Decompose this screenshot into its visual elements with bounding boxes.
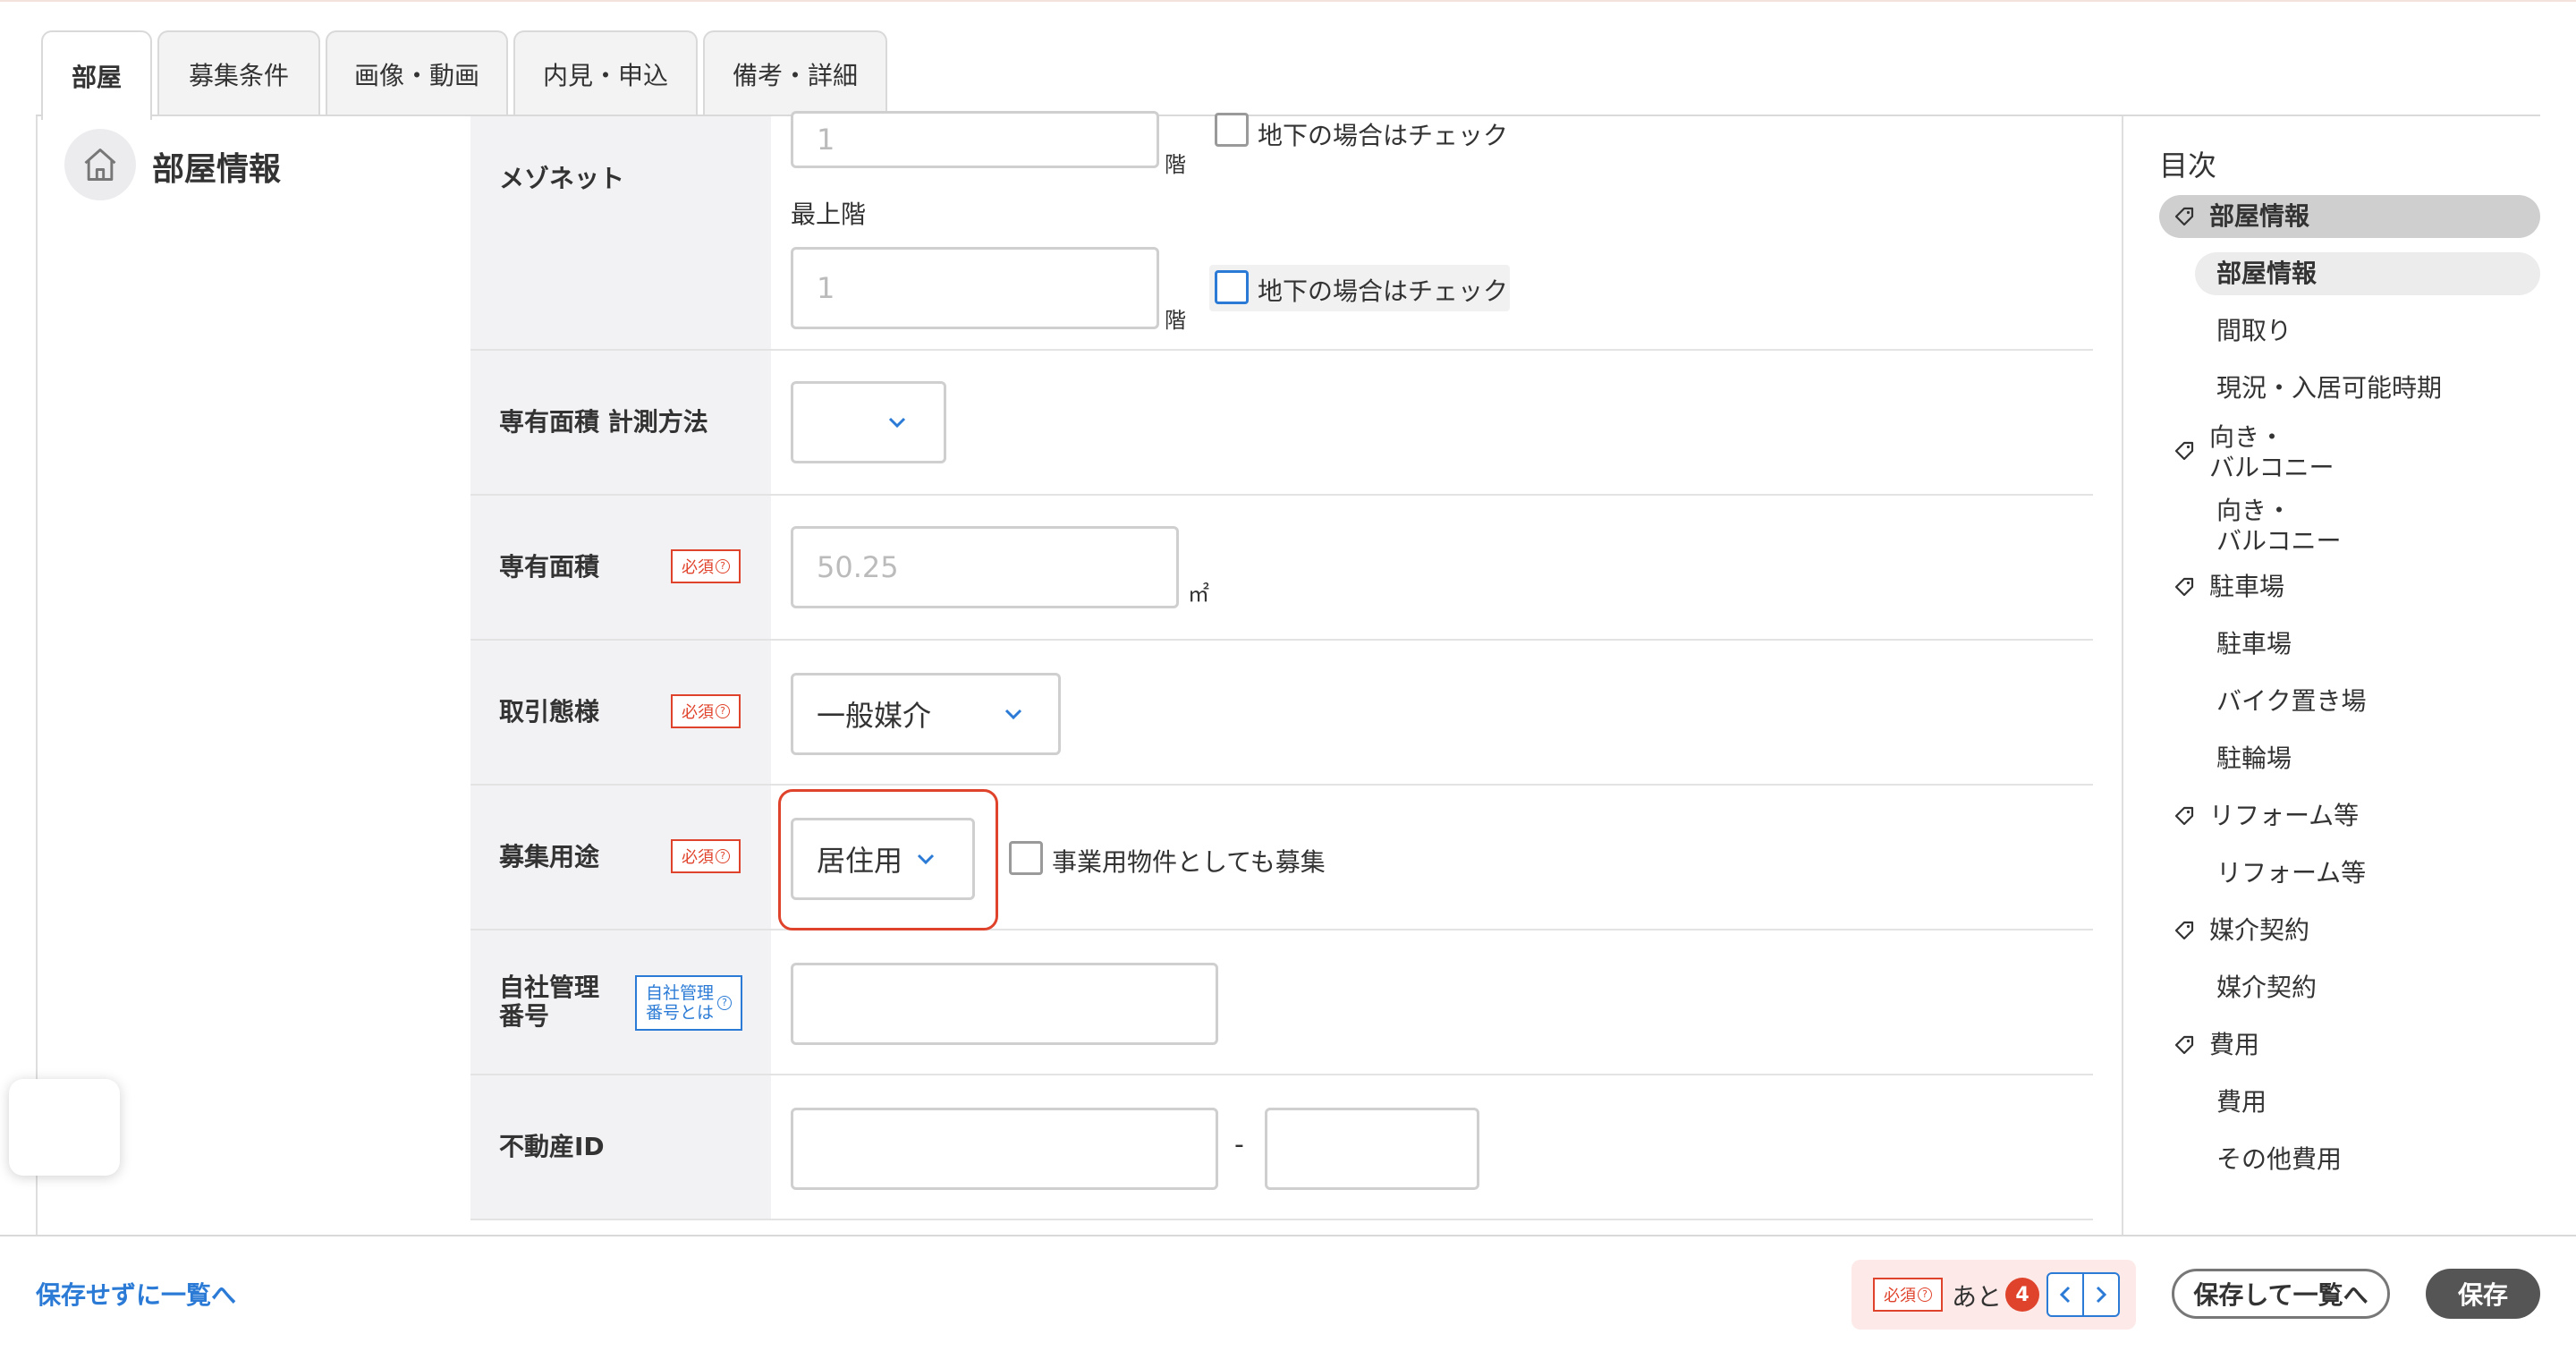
toc-group-brokerage[interactable]: 媒介契約	[2209, 915, 2309, 946]
required-badge: 必須?	[671, 549, 741, 583]
top-floor-label: 最上階	[791, 200, 867, 229]
toc-item-brokerage[interactable]: 媒介契約	[2216, 973, 2317, 1003]
toc-group-reform[interactable]: リフォーム等	[2209, 801, 2359, 831]
business-use-checkbox[interactable]	[1009, 841, 1043, 875]
required-nav	[2046, 1272, 2120, 1317]
footer-divider	[0, 1235, 2576, 1236]
toc-group-parking[interactable]: 駐車場	[2209, 572, 2284, 602]
business-use-label: 事業用物件としても募集	[1052, 847, 1326, 877]
back-without-saving-link[interactable]: 保存せずに一覧へ	[36, 1276, 236, 1312]
upper-basement-checkbox[interactable]	[1215, 270, 1249, 304]
toc-item-floor-plan[interactable]: 間取り	[2216, 316, 2292, 346]
purpose-row: 募集用途 必須? 居住用 事業用物件としても募集	[470, 786, 2093, 930]
purpose-label: 募集用途	[499, 842, 600, 871]
chevron-down-icon	[917, 854, 935, 865]
toc-item-costs[interactable]: 費用	[2216, 1087, 2267, 1117]
mgmt-number-label: 自社管理 番号	[499, 973, 600, 1031]
remaining-count-badge: 4	[2005, 1278, 2039, 1312]
top-border	[0, 0, 2576, 2]
realestate-id-label: 不動産ID	[499, 1132, 605, 1161]
chevron-left-icon	[2059, 1286, 2071, 1304]
tab-notes-details[interactable]: 備考・詳細	[703, 30, 887, 116]
transaction-label: 取引態様	[499, 697, 600, 726]
required-badge: 必須?	[1873, 1278, 1943, 1312]
area-input[interactable]: 50.25	[791, 526, 1179, 608]
help-icon: ?	[716, 559, 730, 574]
toc-group-orientation[interactable]: 向き・ バルコニー	[2209, 422, 2334, 483]
toc-group-costs[interactable]: 費用	[2209, 1030, 2259, 1060]
required-badge: 必須?	[671, 694, 741, 728]
frame-left-border	[36, 116, 38, 1235]
maisonette-label: メゾネット	[499, 164, 625, 193]
realestate-id-input-1[interactable]	[791, 1108, 1218, 1190]
help-icon: ?	[716, 704, 730, 718]
transaction-row: 取引態様 必須? 一般媒介	[470, 641, 2093, 786]
area-row: 専有面積 必須? 50.25 ㎡	[470, 496, 2093, 641]
id-separator: -	[1234, 1129, 1244, 1160]
maisonette-row: メゾネット 1 階 地下の場合はチェック 最上階 1 階 地下の場合はチェック	[470, 111, 2093, 351]
toc-item-reform[interactable]: リフォーム等	[2216, 858, 2366, 888]
mgmt-number-help-badge[interactable]: 自社管理 番号とは ?	[635, 975, 742, 1031]
prev-required-button[interactable]	[2048, 1274, 2082, 1315]
toc-item-orientation[interactable]: 向き・ バルコニー	[2216, 496, 2341, 557]
chevron-down-icon	[888, 417, 906, 429]
lower-basement-label: 地下の場合はチェック	[1258, 121, 1509, 150]
toc-group-room-info[interactable]: 部屋情報	[2209, 201, 2309, 232]
lower-basement-checkbox[interactable]	[1215, 113, 1249, 147]
mgmt-number-input[interactable]	[791, 963, 1218, 1045]
section-title: 部屋情報	[152, 151, 282, 188]
toc-item-room-info[interactable]: 部屋情報	[2216, 259, 2317, 289]
area-label: 専有面積	[499, 552, 600, 582]
area-method-label: 専有面積 計測方法	[499, 407, 708, 437]
floating-widget[interactable]	[9, 1079, 120, 1176]
toc-item-current-status[interactable]: 現況・入居可能時期	[2216, 373, 2442, 404]
area-method-select[interactable]	[791, 381, 946, 463]
tab-recruitment-conditions[interactable]: 募集条件	[157, 30, 320, 116]
floor-unit-upper: 階	[1165, 308, 1186, 333]
realestate-id-row: 不動産ID -	[470, 1075, 2093, 1220]
upper-basement-label: 地下の場合はチェック	[1258, 276, 1509, 306]
save-button[interactable]: 保存	[2426, 1269, 2540, 1319]
toc-item-parking[interactable]: 駐車場	[2216, 629, 2292, 659]
tag-icon	[2174, 1035, 2194, 1055]
help-icon: ?	[1918, 1287, 1932, 1302]
mgmt-number-row: 自社管理 番号 自社管理 番号とは ?	[470, 930, 2093, 1075]
required-badge: 必須?	[671, 839, 741, 873]
next-required-button[interactable]	[2082, 1274, 2118, 1315]
tab-bar: 部屋 募集条件 画像・動画 内見・申込 備考・詳細	[41, 30, 887, 120]
help-icon: ?	[716, 849, 730, 863]
home-icon	[64, 129, 136, 200]
tab-room[interactable]: 部屋	[41, 30, 152, 120]
toc-item-other-costs[interactable]: その他費用	[2216, 1144, 2342, 1175]
tag-icon	[2174, 441, 2194, 461]
chevron-down-icon	[1004, 709, 1022, 720]
chevron-right-icon	[2096, 1286, 2107, 1304]
help-icon: ?	[717, 996, 732, 1010]
tab-images-videos[interactable]: 画像・動画	[326, 30, 508, 116]
floor-unit: 階	[1165, 152, 1186, 177]
area-unit: ㎡	[1188, 582, 1209, 607]
tag-icon	[2174, 921, 2194, 940]
required-remaining-indicator: 必須? あと 4	[1852, 1260, 2136, 1330]
purpose-select[interactable]: 居住用	[791, 818, 975, 900]
remaining-prefix: あと	[1952, 1282, 2003, 1312]
toc-title: 目次	[2159, 149, 2217, 183]
toc-item-bicycle-parking[interactable]: 駐輪場	[2216, 743, 2292, 774]
toc-border	[2122, 116, 2123, 1235]
save-and-list-button[interactable]: 保存して一覧へ	[2172, 1269, 2390, 1319]
lower-floor-input[interactable]: 1	[791, 111, 1159, 168]
room-info-form: メゾネット 1 階 地下の場合はチェック 最上階 1 階 地下の場合はチェック …	[470, 111, 2093, 1220]
area-method-row: 専有面積 計測方法	[470, 351, 2093, 496]
toc-item-bike-parking[interactable]: バイク置き場	[2216, 686, 2366, 717]
tab-viewing-application[interactable]: 内見・申込	[513, 30, 698, 116]
realestate-id-input-2[interactable]	[1265, 1108, 1479, 1190]
tag-icon	[2174, 577, 2194, 597]
tag-icon	[2174, 806, 2194, 826]
tag-icon	[2174, 207, 2194, 226]
upper-floor-input[interactable]: 1	[791, 247, 1159, 329]
